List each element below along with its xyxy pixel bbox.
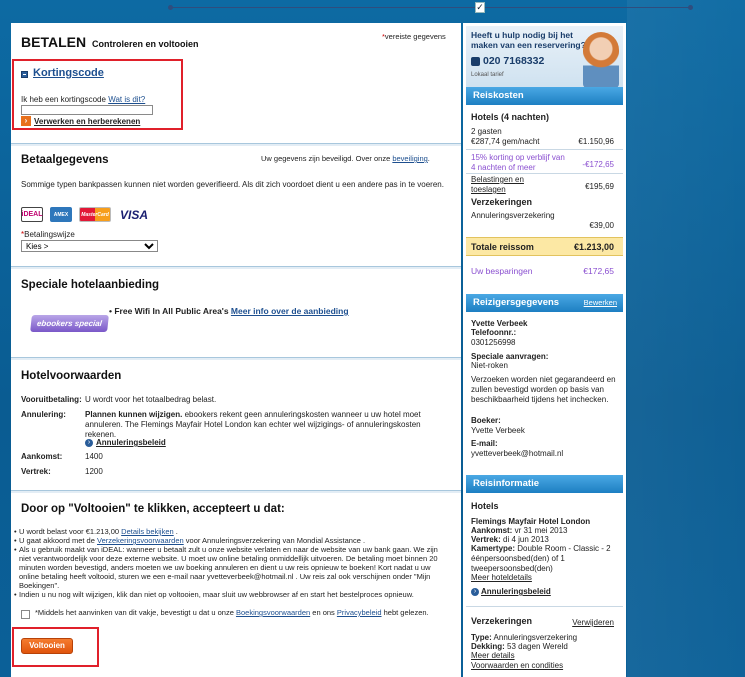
help-rate: Lokaal tarief <box>471 72 504 78</box>
page-title: BETALEN Controleren en voltooien <box>21 34 199 50</box>
progress-dot <box>688 5 693 10</box>
savings-label: Uw besparingen <box>471 266 533 276</box>
divider <box>466 149 623 150</box>
costs-insurance-label: Verzekeringen <box>471 197 533 207</box>
arrow-right-icon: › <box>471 588 479 596</box>
total-value: €1.213,00 <box>573 242 614 252</box>
booking-terms-link[interactable]: Boekingsvoorwaarden <box>236 608 310 617</box>
required-note: *vereiste gegevens <box>382 32 446 41</box>
checkmark-icon: ✓ <box>475 2 485 13</box>
total-bar: Totale reissom €1.213,00 <box>466 237 623 256</box>
cancellation-policy-link[interactable]: Annuleringsbeleid <box>96 438 166 448</box>
phone-icon <box>471 57 480 66</box>
hotel-details-link[interactable]: Meer hoteldetails <box>471 573 532 583</box>
ebookers-special-badge: ebookers special <box>30 315 109 332</box>
insurance-terms-link[interactable]: Verzekeringsvoorwaarden <box>97 536 184 545</box>
traveler-requests-note: Verzoeken worden niet gegarandeerd en zu… <box>471 375 616 404</box>
cancel-label: Annulering: <box>21 410 66 419</box>
taxes-link[interactable]: Belastingen en toeslagen <box>471 175 541 195</box>
divider <box>11 266 461 269</box>
terms-bullet: U gaat akkoord met de Verzekeringsvoorwa… <box>14 536 449 545</box>
divider <box>11 143 461 146</box>
visa-logo: VISA <box>118 207 150 222</box>
help-title: Heeft u hulp nodig bij het maken van een… <box>471 30 586 50</box>
privacy-policy-link[interactable]: Privacybeleid <box>337 608 382 617</box>
amex-logo: AMEX <box>50 207 72 222</box>
costs-taxes-value: €195,69 <box>585 182 614 191</box>
security-link[interactable]: beveiliging <box>392 154 427 163</box>
departure-label: Vertrek: <box>21 467 51 476</box>
help-phone: 020 7168332 <box>483 55 545 67</box>
edit-traveler-link[interactable]: Bewerken <box>584 294 617 312</box>
booker-label: Boeker: <box>471 416 501 425</box>
progress-dot <box>168 5 173 10</box>
traveler-header: Reizigersgegevens Bewerken <box>466 294 623 312</box>
ideal-logo: iDEAL <box>21 207 43 222</box>
costs-guests: 2 gasten <box>471 127 502 136</box>
help-box: Heeft u hulp nodig bij het maken van een… <box>466 26 623 88</box>
prepay-value: U wordt voor het totaalbedrag belast. <box>85 395 217 404</box>
booking-sidebar: Heeft u hulp nodig bij het maken van een… <box>463 23 626 677</box>
security-note: Uw gegevens zijn beveiligd. Over onze be… <box>261 154 430 163</box>
card-logos: iDEAL AMEX MasterCard VISA <box>21 207 150 222</box>
page-subtitle: Controleren en voltooien <box>91 39 199 49</box>
payment-method-label: *Betalingswijze <box>21 230 75 239</box>
insurance-terms-link[interactable]: Voorwaarden en condities <box>471 661 563 671</box>
traveler-requests: Niet-roken <box>471 361 508 370</box>
costs-hotels-label: Hotels (4 nachten) <box>471 112 550 122</box>
terms-bullet: U wordt belast voor €1.213,00 Details be… <box>14 527 449 536</box>
savings-value: €172,65 <box>583 266 614 276</box>
arrival-label: Aankomst: <box>21 452 63 461</box>
support-agent-avatar <box>583 32 619 88</box>
divider <box>11 357 461 360</box>
email-label: E-mail: <box>471 439 498 448</box>
travelinfo-cancel-link[interactable]: Annuleringsbeleid <box>481 587 551 597</box>
travelinfo-room: Kamertype: Double Room - Classic - 2 één… <box>471 544 611 573</box>
traveler-phone: 0301256998 <box>471 338 516 347</box>
mastercard-logo: MasterCard <box>79 207 111 222</box>
terms-checkbox-label: *Middels het aanvinken van dit vakje, be… <box>35 608 429 617</box>
cancel-text: Plannen kunnen wijzigen. ebookers rekent… <box>85 410 421 439</box>
checkout-main: BETALEN Controleren en voltooien *vereis… <box>11 23 461 677</box>
background-strip <box>627 0 745 677</box>
offer-text: • Free Wifi In All Public Area's Meer in… <box>109 306 349 316</box>
arrival-value: 1400 <box>85 452 103 461</box>
costs-discount-value: -€172,65 <box>582 160 614 169</box>
special-offer-title: Speciale hotelaanbieding <box>21 279 160 291</box>
conditions-title: Hotelvoorwaarden <box>21 370 122 382</box>
total-label: Totale reissom <box>471 242 534 252</box>
offer-info-link[interactable]: Meer info over de aanbieding <box>231 306 349 316</box>
accept-title: Door op "Voltooien" te klikken, acceptee… <box>21 503 285 515</box>
divider <box>466 173 623 174</box>
divider <box>466 606 623 607</box>
travelinfo-insurance-label: Verzekeringen <box>471 616 533 626</box>
costs-insurance-item: Annuleringsverzekering <box>471 211 555 220</box>
payment-method-select[interactable]: Kies > <box>21 240 158 252</box>
highlight-box <box>12 59 183 130</box>
costs-per-night: €287,74 gem/nacht <box>471 137 540 146</box>
divider <box>11 490 461 493</box>
terms-checkbox[interactable] <box>21 610 30 619</box>
progress-line <box>170 7 690 8</box>
costs-insurance-value: €39,00 <box>589 221 614 230</box>
remove-insurance-link[interactable]: Verwijderen <box>572 618 614 628</box>
costs-header: Reiskosten <box>466 87 623 105</box>
costs-discount-label: 15% korting op verblijf van 4 nachten of… <box>471 153 565 172</box>
terms-bullet: Indien u nu nog wilt wijzigen, klik dan … <box>14 590 449 599</box>
details-link[interactable]: Details bekijken <box>121 527 174 536</box>
terms-bullet: Als u gebruik maakt van iDEAL: wanneer u… <box>14 545 449 590</box>
insurance-details-link[interactable]: Meer details <box>471 651 515 661</box>
travelinfo-header: Reisinformatie <box>466 475 623 493</box>
payment-note: Sommige typen bankpassen kunnen niet wor… <box>21 180 444 189</box>
departure-value: 1200 <box>85 467 103 476</box>
prepay-label: Vooruitbetaling: <box>21 395 82 404</box>
travelinfo-hotels-label: Hotels <box>471 501 499 511</box>
email-value: yvetteverbeek@hotmail.nl <box>471 449 564 458</box>
highlight-box <box>12 627 99 667</box>
payment-title: Betaalgegevens <box>21 154 109 166</box>
arrow-right-icon: › <box>85 439 93 447</box>
costs-hotel-total: €1.150,96 <box>578 137 614 146</box>
traveler-phone-label: Telefoonnr.: <box>471 328 517 337</box>
booker-name: Yvette Verbeek <box>471 426 525 435</box>
